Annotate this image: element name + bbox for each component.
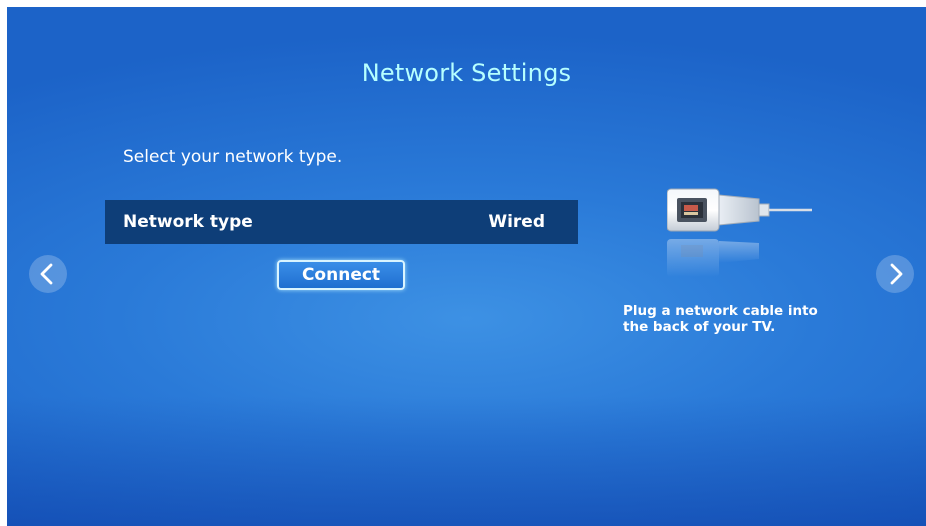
network-type-value: Wired xyxy=(488,212,545,232)
chevron-right-icon xyxy=(890,263,903,285)
previous-page-button[interactable] xyxy=(29,255,67,293)
page-title: Network Settings xyxy=(361,59,572,87)
network-settings-screen: Network Settings Select your network typ… xyxy=(7,7,926,526)
connect-button[interactable]: Connect xyxy=(277,260,405,290)
ethernet-cable-icon xyxy=(667,188,812,277)
chevron-left-icon xyxy=(40,263,53,285)
network-type-prompt: Select your network type. xyxy=(123,147,343,167)
help-text: Plug a network cable into the back of yo… xyxy=(623,303,818,335)
next-page-button[interactable] xyxy=(876,255,914,293)
network-type-selector[interactable]: Network type Wired xyxy=(105,200,578,244)
network-type-label: Network type xyxy=(123,212,253,232)
